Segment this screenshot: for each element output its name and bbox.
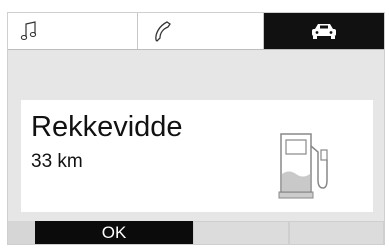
tab-bar	[8, 13, 384, 50]
music-note-icon	[20, 21, 37, 41]
tab-phone[interactable]	[138, 13, 264, 49]
range-title: Rekkevidde	[31, 111, 183, 143]
softkey-bar: OK	[8, 221, 384, 244]
tab-vehicle[interactable]	[264, 13, 384, 49]
infotainment-screen: Rekkevidde 33 km OK	[7, 12, 385, 245]
fuel-pump-icon	[278, 133, 328, 199]
softkey-empty-3[interactable]	[289, 221, 384, 244]
ok-button[interactable]: OK	[35, 221, 193, 244]
range-panel: Rekkevidde 33 km	[21, 100, 373, 212]
range-value: 33 km	[31, 151, 83, 172]
tab-media[interactable]	[8, 13, 138, 49]
softkey-empty-2[interactable]	[193, 221, 289, 244]
phone-icon	[155, 21, 171, 42]
car-icon	[312, 24, 336, 39]
